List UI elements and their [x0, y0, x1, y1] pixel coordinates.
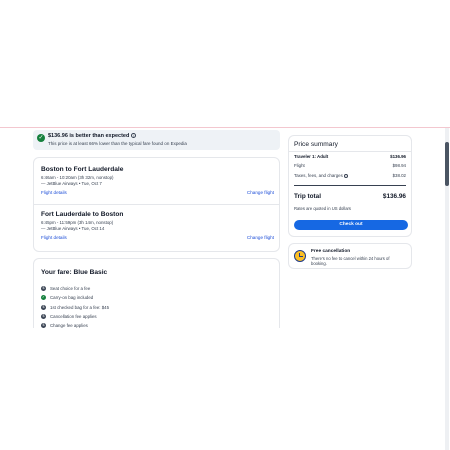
dollar-icon: $	[41, 314, 46, 320]
price-summary-card: Price summary Traveler 1: Adult $136.96 …	[288, 135, 412, 237]
dollar-icon: $	[41, 323, 46, 329]
airline-date: JetBlue Airways • Tue, Oct 7	[46, 181, 102, 186]
trip-total-label: Trip total	[294, 193, 321, 200]
fare-feature-text: Cancellation fee applies	[50, 314, 97, 320]
banner-title-text: $136.96 is better than expected	[48, 133, 130, 139]
flight-times: 6:46am - 10:20am (3h 32m, nonstop)	[41, 175, 114, 180]
price-summary-title: Price summary	[294, 141, 338, 148]
flight-route: Fort Lauderdale to Boston	[41, 211, 124, 218]
top-divider	[0, 127, 450, 128]
fare-feature: ✓ Carry-on bag included	[41, 293, 109, 302]
scrollbar-thumb[interactable]	[445, 142, 449, 186]
fare-title: Your fare: Blue Basic	[41, 269, 108, 276]
flights-card: Boston to Fort Lauderdale 6:46am - 10:20…	[33, 157, 280, 252]
fare-feature-text: Seat choice for a fee	[50, 286, 91, 292]
flight-leg-outbound: Boston to Fort Lauderdale 6:46am - 10:20…	[41, 166, 274, 198]
summary-divider	[289, 151, 411, 152]
fare-feature: $ Cancellation fee applies	[41, 312, 109, 321]
change-flight-link[interactable]: Change flight	[247, 190, 274, 195]
page-scrollbar[interactable]	[445, 128, 449, 450]
check-icon: ✓	[41, 295, 46, 301]
taxes-value: $38.02	[392, 173, 406, 178]
flight-price-label: Flight	[294, 163, 305, 168]
traveler-value: $136.96	[390, 154, 406, 159]
taxes-label: Taxes, fees, and charges	[294, 173, 343, 178]
cancellation-title: Free cancellation	[311, 249, 351, 254]
leg-divider	[34, 204, 279, 205]
change-flight-link[interactable]: Change flight	[247, 235, 274, 240]
fare-feature: $ Seat choice for a fee	[41, 284, 109, 293]
taxes-row: Taxes, fees, and charges $38.02	[294, 173, 406, 179]
flight-airline: — JetBlue Airways • Tue, Oct 7	[41, 181, 274, 186]
banner-subtitle: This price is at least 66% lower than th…	[48, 141, 187, 146]
info-icon[interactable]: i	[131, 133, 137, 139]
cancellation-subtitle: There's no fee to cancel within 24 hours…	[311, 255, 390, 266]
flight-times: 6:45pm - 11:59pm (3h 14m, nonstop)	[41, 220, 114, 225]
airline-logo-icon: —	[41, 181, 46, 186]
fare-feature-text: Carry-on bag included	[50, 295, 94, 301]
clock-icon	[294, 250, 306, 262]
fare-feature-text: 1st checked bag for a fee: $45	[50, 304, 110, 310]
check-out-button[interactable]: Check out	[294, 220, 408, 230]
flight-airline: — JetBlue Airways • Tue, Oct 14	[41, 226, 274, 231]
fare-feature: $ Change fee applies	[41, 321, 109, 330]
trip-total-value: $136.96	[382, 193, 406, 200]
price-insight-banner: ✓ $136.96 is better than expected i This …	[33, 130, 280, 150]
trip-total-row: Trip total $136.96	[294, 193, 406, 200]
fare-features-list: $ Seat choice for a fee ✓ Carry-on bag inc…	[41, 284, 109, 330]
flight-details-link[interactable]: Flight details	[41, 190, 67, 195]
dollar-icon: $	[41, 286, 46, 292]
airline-date: JetBlue Airways • Tue, Oct 14	[46, 226, 105, 231]
fare-feature: $1st checked bag for a fee: $45	[41, 303, 109, 312]
free-cancellation-card: Free cancellation There's no fee to canc…	[288, 243, 412, 269]
traveler-row: Traveler 1: Adult $136.96	[294, 154, 406, 159]
rates-note: Rates are quoted in US dollars	[294, 206, 352, 211]
total-divider	[294, 185, 406, 186]
flight-leg-return: Fort Lauderdale to Boston 6:45pm - 11:59…	[41, 211, 274, 243]
checkmark-icon: ✓	[37, 134, 45, 142]
flight-details-link[interactable]: Flight details	[41, 235, 67, 240]
flight-route: Boston to Fort Lauderdale	[41, 166, 124, 173]
flight-links: Flight details Change flight	[41, 235, 274, 243]
fare-feature-text: Change fee applies	[50, 323, 88, 329]
flight-price-value: $98.94	[392, 163, 406, 168]
flight-price-row: Flight $98.94	[294, 163, 406, 168]
info-icon[interactable]	[343, 173, 349, 179]
airline-logo-icon: —	[41, 226, 46, 231]
flight-links: Flight details Change flight	[41, 190, 274, 198]
banner-title: $136.96 is better than expected i	[48, 133, 137, 139]
fare-card: Your fare: Blue Basic $ Seat choice for a…	[33, 258, 280, 330]
dollar-icon: $	[41, 304, 46, 310]
traveler-label: Traveler 1: Adult	[294, 154, 329, 159]
